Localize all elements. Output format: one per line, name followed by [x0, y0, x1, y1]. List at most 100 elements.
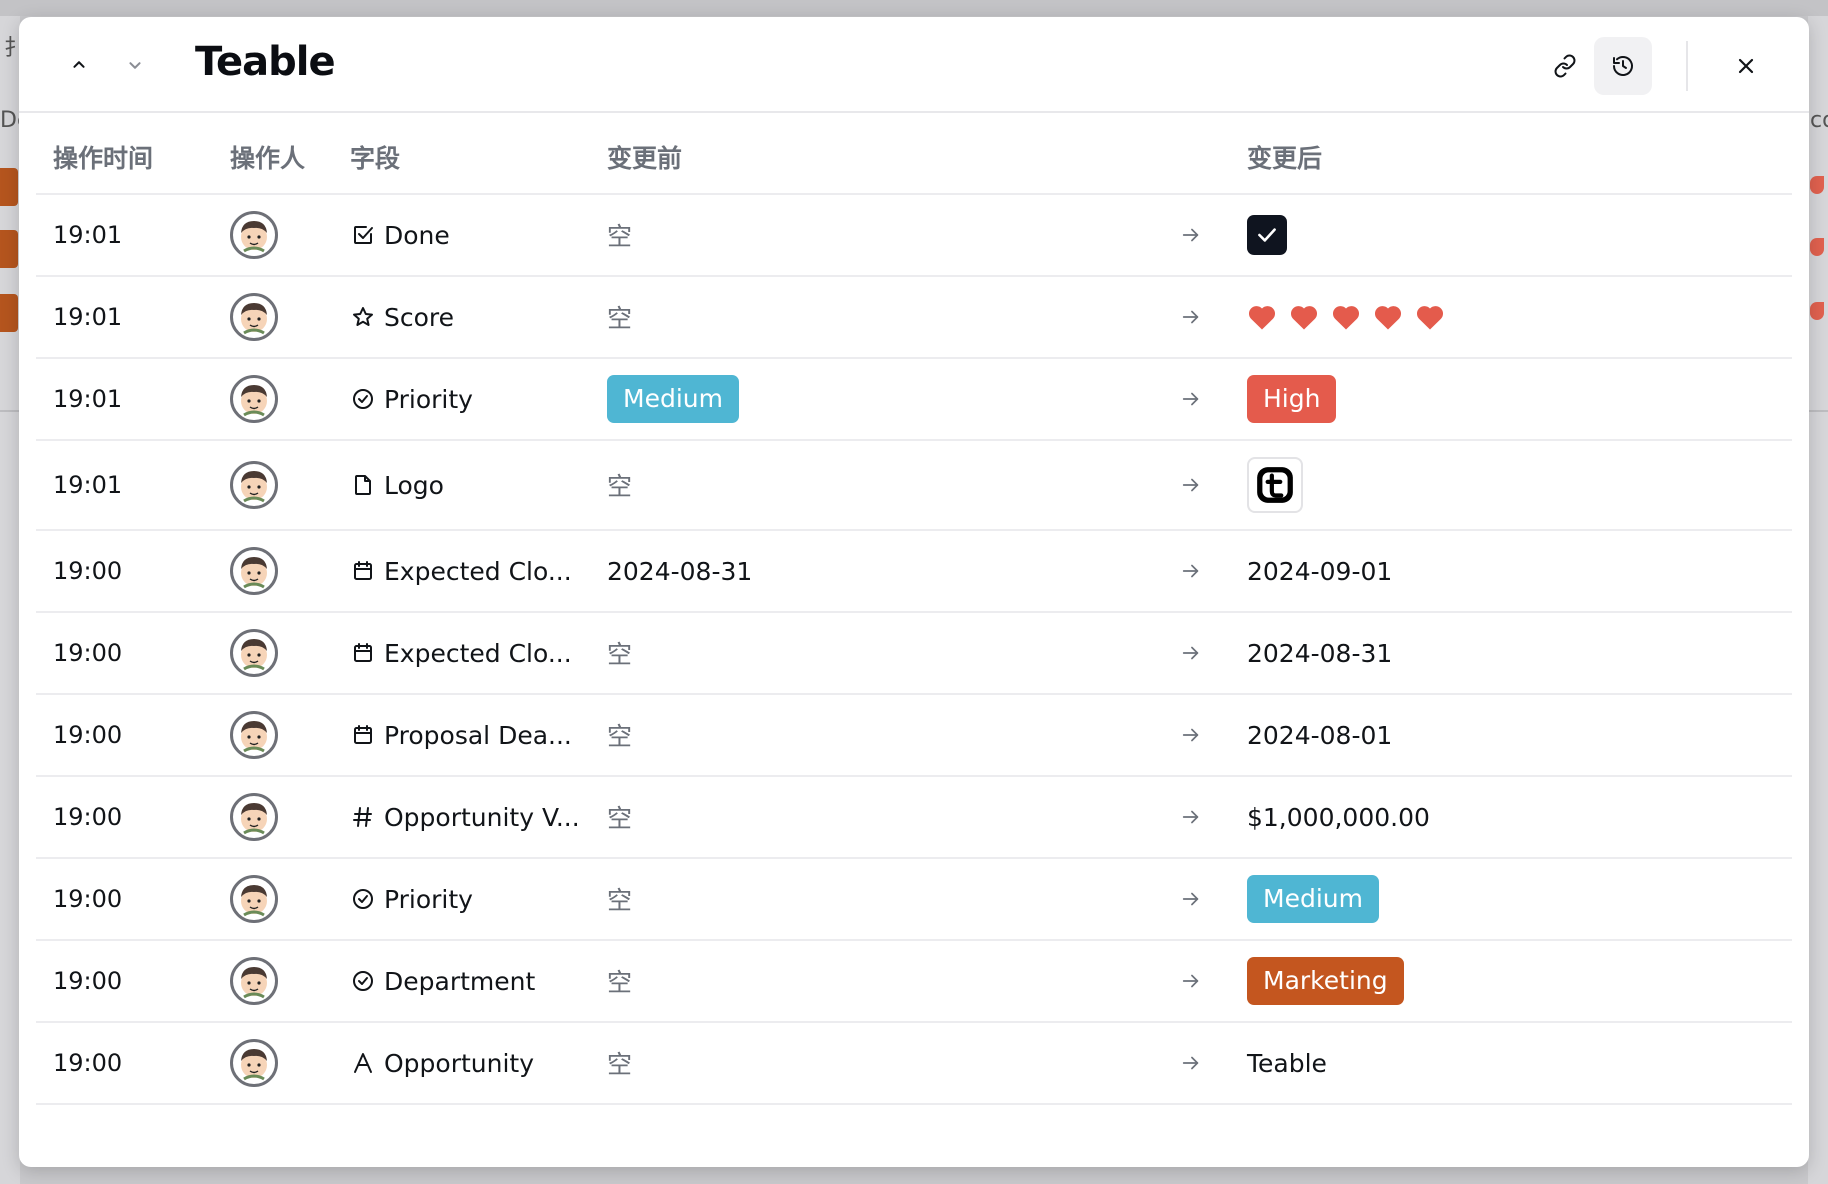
teable-logo-icon: [1257, 467, 1293, 503]
after-value: $1,000,000.00: [1247, 802, 1430, 832]
row-time: 19:00: [53, 695, 122, 775]
field-name: Expected Clo...: [384, 556, 572, 586]
modal-header: Teable: [19, 17, 1809, 113]
avatar-illustration: [241, 639, 267, 671]
modal-title: Teable: [195, 39, 336, 85]
heart-icon: [1332, 306, 1360, 330]
attachment-thumbnail[interactable]: [1247, 457, 1303, 513]
row-time: 19:00: [53, 941, 122, 1021]
arrow-right-icon: [1182, 892, 1199, 906]
avatar[interactable]: [230, 375, 278, 423]
field-name: Done: [384, 220, 450, 250]
after-value: 2024-08-31: [1247, 638, 1393, 668]
background-divider: [0, 410, 20, 412]
field-name: Proposal Dea...: [384, 720, 572, 750]
avatar[interactable]: [230, 875, 278, 923]
empty-value: 空: [607, 722, 633, 751]
row-arrow: [1180, 777, 1202, 857]
row-after: High: [1247, 359, 1337, 439]
row-field: Priority: [350, 859, 473, 939]
time-text: 19:00: [53, 967, 123, 995]
avatar[interactable]: [230, 547, 278, 595]
row-arrow: [1180, 941, 1202, 1021]
star-icon: [350, 304, 376, 330]
row-user: [230, 859, 278, 939]
avatar-illustration: [241, 471, 267, 503]
row-arrow: [1180, 441, 1202, 529]
time-text: 19:00: [53, 639, 123, 667]
row-before: 空: [607, 1023, 632, 1103]
close-icon: [1738, 58, 1754, 74]
arrow-right-icon: [1182, 310, 1199, 324]
avatar[interactable]: [230, 711, 278, 759]
avatar[interactable]: [230, 461, 278, 509]
row-after: Teable: [1247, 1023, 1327, 1103]
header-divider: [1686, 41, 1688, 91]
field-name: Priority: [384, 884, 473, 914]
empty-value: 空: [607, 968, 633, 997]
header-before: 变更前: [607, 144, 683, 173]
row-time: 19:00: [53, 859, 122, 939]
header-after: 变更后: [1247, 144, 1323, 173]
close-button[interactable]: [1717, 37, 1775, 95]
row-field: Department: [350, 941, 535, 1021]
row-after: Marketing: [1247, 941, 1404, 1021]
row-field: Logo: [350, 441, 444, 529]
background-heart-icon: [1810, 238, 1824, 256]
calendar-icon: [350, 722, 376, 748]
row-field: Score: [350, 277, 454, 357]
after-tag: Marketing: [1247, 957, 1404, 1005]
after-value: 2024-09-01: [1247, 556, 1393, 586]
row-user: [230, 941, 278, 1021]
row-time: 19:00: [53, 1023, 122, 1103]
background-heart-icon: [1810, 302, 1824, 320]
previous-record-button[interactable]: [59, 45, 99, 85]
avatar-illustration: [241, 885, 267, 917]
row-arrow: [1180, 1023, 1202, 1103]
row-user: [230, 441, 278, 529]
time-text: 19:00: [53, 1049, 123, 1077]
row-arrow: [1180, 859, 1202, 939]
copy-link-button[interactable]: [1536, 37, 1594, 95]
table-row: 19:00 Priority 空 Medium: [36, 859, 1792, 941]
rating-hearts: [1247, 303, 1445, 331]
avatar[interactable]: [230, 793, 278, 841]
avatar[interactable]: [230, 629, 278, 677]
avatar[interactable]: [230, 211, 278, 259]
row-arrow: [1180, 277, 1202, 357]
before-value: 2024-08-31: [607, 556, 753, 586]
time-text: 19:01: [53, 471, 123, 499]
row-time: 19:01: [53, 441, 122, 529]
row-after: [1247, 195, 1287, 275]
row-before: 空: [607, 613, 632, 693]
checked-checkbox: [1247, 215, 1287, 255]
avatar[interactable]: [230, 957, 278, 1005]
background-column-label-right: co: [1810, 108, 1828, 133]
next-record-button[interactable]: [115, 45, 155, 85]
arrow-right-icon: [1182, 564, 1199, 578]
after-value: Teable: [1247, 1048, 1327, 1078]
row-after: 2024-08-31: [1247, 613, 1392, 693]
row-time: 19:01: [53, 195, 122, 275]
row-user: [230, 359, 278, 439]
row-user: [230, 277, 278, 357]
row-before: 空: [607, 941, 632, 1021]
after-tag: Medium: [1247, 875, 1379, 923]
table-row: 19:00 Department 空 Marketing: [36, 941, 1792, 1023]
header-field: 字段: [350, 144, 401, 173]
record-history-button[interactable]: [1594, 37, 1652, 95]
row-after: $1,000,000.00: [1247, 777, 1430, 857]
history-table: 操作时间 操作人 字段 变更前 变更后 19:01 Done 空 19:01 Score…: [36, 115, 1792, 1105]
field-name: Department: [384, 966, 536, 996]
table-row: 19:01 Logo 空: [36, 441, 1792, 531]
avatar-illustration: [241, 221, 267, 253]
avatar[interactable]: [230, 293, 278, 341]
calendar-icon: [350, 640, 376, 666]
avatar[interactable]: [230, 1039, 278, 1087]
row-field: Priority: [350, 359, 473, 439]
row-arrow: [1180, 359, 1202, 439]
avatar-illustration: [241, 967, 267, 999]
chevron-down-icon: [129, 62, 141, 69]
table-header: 操作时间 操作人 字段 变更前 变更后: [36, 115, 1792, 195]
arrow-right-icon: [1182, 728, 1199, 742]
